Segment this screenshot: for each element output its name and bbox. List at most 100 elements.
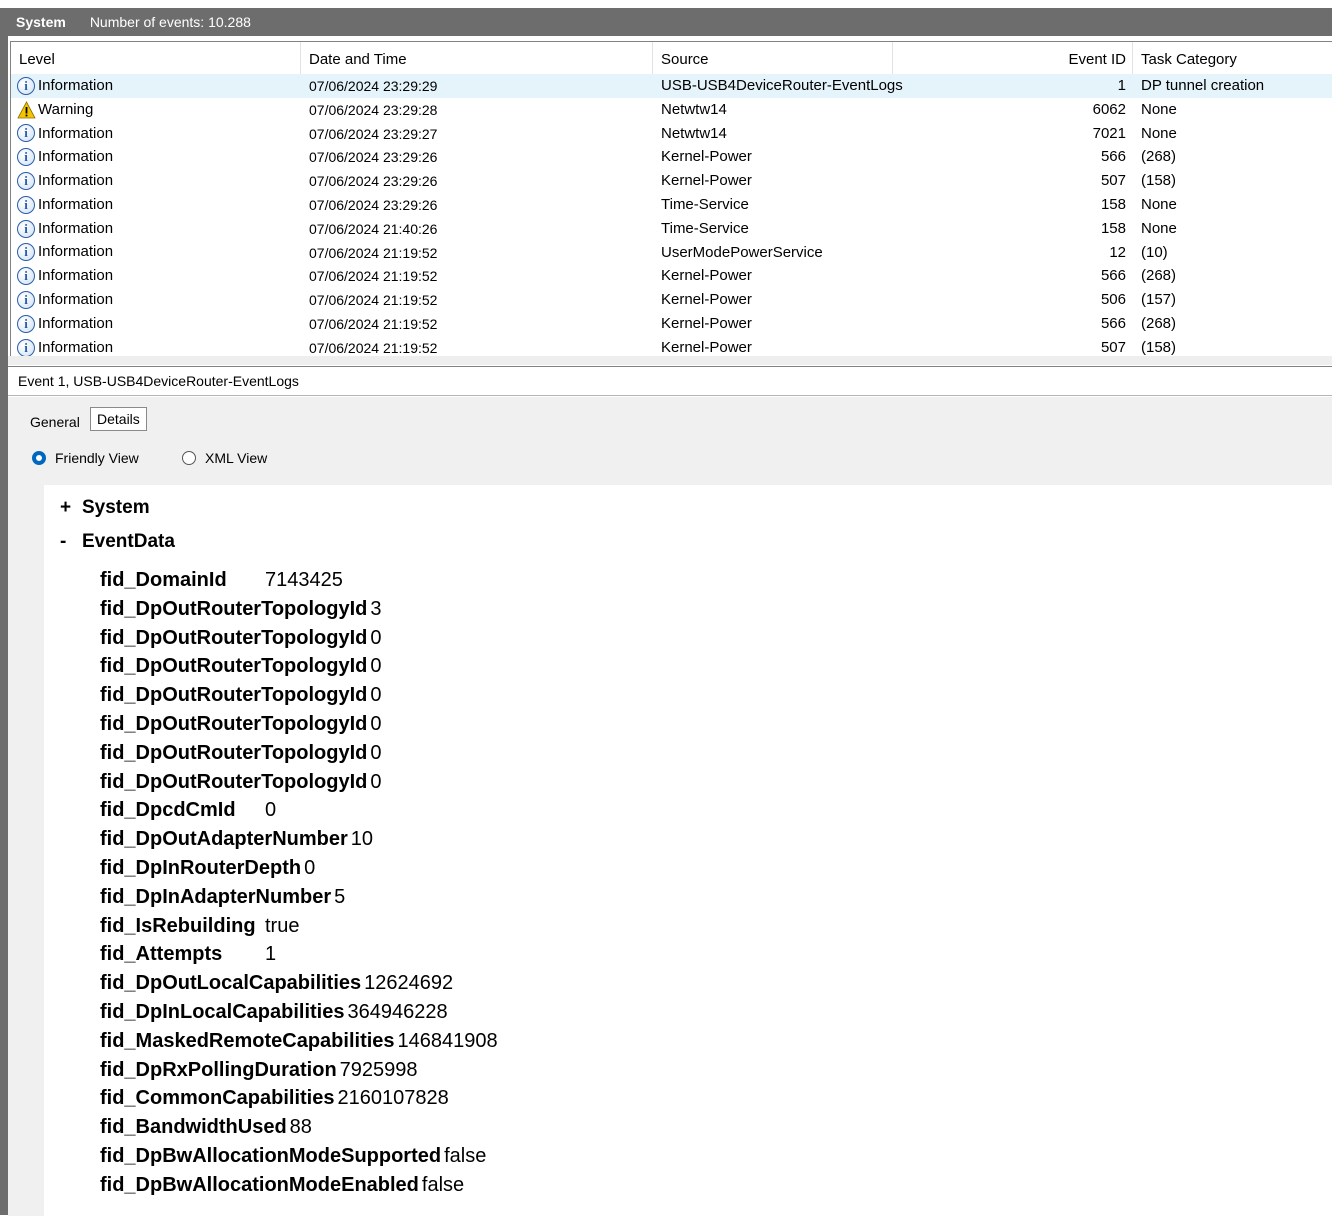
system-node[interactable]: + System bbox=[60, 497, 150, 519]
friendly-view-radio[interactable]: Friendly View bbox=[32, 450, 139, 466]
event-task-category: (268) bbox=[1141, 314, 1177, 332]
event-id: 507 bbox=[1100, 338, 1126, 356]
event-id: 158 bbox=[1100, 195, 1126, 213]
event-source: Time-Service bbox=[661, 219, 749, 237]
event-task-category: (158) bbox=[1141, 172, 1177, 190]
event-id: 566 bbox=[1100, 148, 1126, 166]
event-source: Kernel-Power bbox=[661, 267, 752, 285]
top-strip bbox=[0, 0, 1332, 8]
event-id: 6062 bbox=[1092, 100, 1126, 118]
event-row[interactable]: i Information 07/06/2024 23:29:26 Kernel-Po… bbox=[11, 169, 1332, 193]
level-text: Information bbox=[38, 148, 114, 166]
event-id: 566 bbox=[1100, 267, 1126, 285]
event-source: Kernel-Power bbox=[661, 338, 752, 356]
eventdata-field: fid_DpOutAdapterNumber 10 bbox=[100, 828, 373, 857]
xml-view-radio[interactable]: XML View bbox=[182, 450, 267, 466]
field-name: fid_BandwidthUsed bbox=[100, 1116, 287, 1139]
eventdata-field: fid_DpOutRouterTopologyId 0 bbox=[100, 684, 382, 713]
column-header-level[interactable]: Level bbox=[11, 42, 301, 74]
event-level: i Information bbox=[17, 193, 297, 217]
field-value: 0 bbox=[370, 713, 382, 735]
event-datetime: 07/06/2024 23:29:27 bbox=[309, 125, 438, 142]
field-name: fid_DpRxPollingDuration bbox=[100, 1058, 337, 1081]
information-icon: i bbox=[17, 76, 35, 95]
event-id: 158 bbox=[1100, 219, 1126, 237]
field-value: 0 bbox=[370, 626, 382, 649]
field-value: 12624692 bbox=[364, 972, 454, 995]
event-row[interactable]: i Information 07/06/2024 23:29:27 Netwtw14 7… bbox=[11, 122, 1332, 146]
level-text: Information bbox=[38, 124, 114, 142]
friendly-view-label: Friendly View bbox=[55, 450, 139, 466]
event-task-category: (268) bbox=[1141, 148, 1177, 166]
field-name: fid_IsRebuilding bbox=[100, 914, 256, 937]
event-id: 506 bbox=[1100, 291, 1126, 309]
event-id: 1 bbox=[1117, 77, 1126, 94]
field-value: 0 bbox=[304, 857, 316, 879]
information-icon: i bbox=[17, 243, 35, 262]
event-datetime: 07/06/2024 23:29:29 bbox=[309, 78, 438, 94]
eventdata-field: fid_CommonCapabilities 2160107828 bbox=[100, 1087, 449, 1116]
event-task-category: (10) bbox=[1141, 243, 1168, 261]
event-source: Netwtw14 bbox=[661, 100, 727, 118]
field-name: fid_DpOutRouterTopologyId bbox=[100, 770, 368, 793]
event-detail-pane: Event 1, USB-USB4DeviceRouter-EventLogs … bbox=[8, 366, 1332, 1216]
column-header-date-time[interactable]: Date and Time bbox=[301, 42, 653, 74]
tab-details[interactable]: Details bbox=[90, 407, 147, 431]
level-text: Information bbox=[38, 314, 114, 332]
event-source: Kernel-Power bbox=[661, 314, 752, 332]
event-row[interactable]: i Information 07/06/2024 23:29:29 USB-USB4D… bbox=[11, 74, 1332, 98]
event-id: 12 bbox=[1109, 243, 1126, 261]
event-list-header: Level Date and Time Source Event ID Task… bbox=[11, 42, 1332, 74]
information-icon: i bbox=[17, 172, 35, 191]
event-datetime: 07/06/2024 21:19:52 bbox=[309, 268, 438, 285]
information-icon: i bbox=[17, 124, 35, 143]
field-name: fid_DpOutLocalCapabilities bbox=[100, 972, 362, 995]
information-icon: i bbox=[17, 219, 35, 238]
event-row[interactable]: i Information 07/06/2024 23:29:26 Time-Serv… bbox=[11, 193, 1332, 217]
event-level: Warning bbox=[17, 98, 297, 122]
xml-view-label: XML View bbox=[205, 450, 268, 466]
eventdata-field: fid_DpOutRouterTopologyId 0 bbox=[100, 713, 382, 742]
radio-selected-icon bbox=[32, 451, 46, 465]
eventdata-field: fid_DpInRouterDepth 0 bbox=[100, 857, 315, 886]
level-text: Information bbox=[38, 338, 114, 356]
event-row[interactable]: i Information 07/06/2024 21:19:52 Kernel-Po… bbox=[11, 288, 1332, 312]
event-level: i Information bbox=[17, 122, 297, 146]
expand-toggle[interactable]: + bbox=[60, 497, 82, 519]
tab-general[interactable]: General bbox=[30, 411, 80, 433]
detail-tabs-area: General Details Friendly View XML View +… bbox=[8, 397, 1332, 1216]
field-name: fid_MaskedRemoteCapabilities bbox=[100, 1029, 395, 1052]
event-row[interactable]: i Information 07/06/2024 21:19:52 Kernel-Po… bbox=[11, 336, 1332, 356]
column-header-task-category[interactable]: Task Category bbox=[1133, 42, 1332, 74]
eventdata-field: fid_DpBwAllocationModeEnabled false bbox=[100, 1174, 464, 1203]
field-value: 0 bbox=[370, 770, 382, 793]
eventdata-node[interactable]: - EventData bbox=[60, 531, 175, 553]
event-row[interactable]: i Information 07/06/2024 21:40:26 Time-Serv… bbox=[11, 217, 1332, 241]
level-text: Information bbox=[38, 76, 114, 94]
event-row[interactable]: i Information 07/06/2024 21:19:52 Kernel-Po… bbox=[11, 264, 1332, 288]
column-header-source[interactable]: Source bbox=[653, 42, 893, 74]
eventdata-field: fid_MaskedRemoteCapabilities 146841908 bbox=[100, 1030, 498, 1059]
eventdata-field: fid_DpcdCmId 0 bbox=[100, 799, 276, 828]
event-row[interactable]: i Information 07/06/2024 21:19:52 Kernel-Po… bbox=[11, 312, 1332, 336]
event-source: Kernel-Power bbox=[661, 291, 752, 309]
event-row[interactable]: Warning 07/06/2024 23:29:28 Netwtw14 6062 No… bbox=[11, 98, 1332, 122]
eventdata-field: fid_DpOutRouterTopologyId 0 bbox=[100, 655, 382, 684]
information-icon: i bbox=[17, 314, 35, 333]
collapse-toggle[interactable]: - bbox=[60, 531, 82, 553]
pane-splitter[interactable] bbox=[8, 356, 1332, 365]
eventdata-field: fid_DpInLocalCapabilities 364946228 bbox=[100, 1001, 448, 1030]
field-value: 0 bbox=[370, 655, 382, 678]
event-datetime: 07/06/2024 21:19:52 bbox=[309, 292, 438, 309]
event-row[interactable]: i Information 07/06/2024 23:29:26 Kernel-Po… bbox=[11, 145, 1332, 169]
column-header-event-id[interactable]: Event ID bbox=[893, 42, 1133, 74]
event-list[interactable]: Level Date and Time Source Event ID Task… bbox=[10, 41, 1332, 357]
level-text: Information bbox=[38, 243, 114, 261]
field-name: fid_DpOutRouterTopologyId bbox=[100, 626, 368, 649]
field-value: false bbox=[444, 1145, 487, 1167]
warning-icon bbox=[17, 100, 36, 119]
event-source: USB-USB4DeviceRouter-EventLogs bbox=[661, 77, 903, 94]
event-level: i Information bbox=[17, 336, 297, 356]
event-row[interactable]: i Information 07/06/2024 21:19:52 UserModeP… bbox=[11, 241, 1332, 265]
detail-title: Event 1, USB-USB4DeviceRouter-EventLogs bbox=[8, 367, 1332, 396]
